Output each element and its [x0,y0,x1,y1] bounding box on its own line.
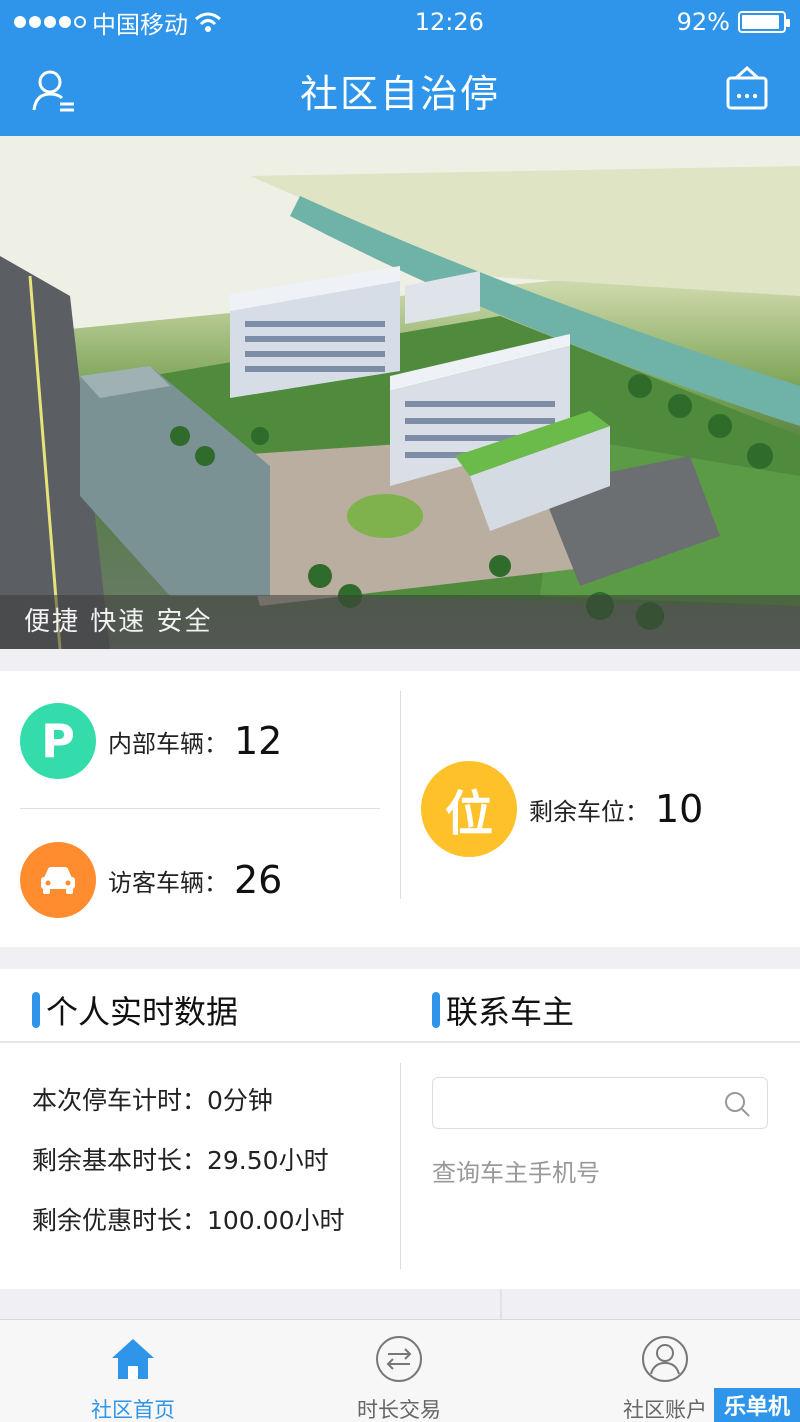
home-icon [112,1339,154,1379]
panel-divider-vertical [400,1063,401,1269]
status-bar: 中国移动 12:26 92% [0,0,800,44]
panel-header: 个人实时数据 联系车主 [0,969,800,1043]
user-list-icon[interactable] [30,66,80,116]
watermark-logo: 乐单机 [714,1388,800,1422]
visitor-vehicles-stat: 访客车辆： 26 [20,842,282,918]
carrier-name: 中国移动 [92,10,188,39]
tab-bar: 社区首页 时长交易 社区账户 乐单机 [0,1319,800,1422]
page-title: 社区自治停 [299,71,500,116]
tab-community-home[interactable]: 社区首页 [0,1320,266,1422]
stats-divider-horizontal [20,808,380,809]
battery-percent: 92% [676,8,730,36]
visitor-vehicles-label: 访客车辆： [108,868,228,897]
exchange-icon [376,1336,422,1382]
parking-p-icon: P [20,703,96,779]
nav-bar: 社区自治停 [0,44,800,136]
content-bottom-strip [0,1289,800,1319]
space-glyph: 位 [444,786,493,842]
contact-section-title: 联系车主 [432,987,574,1033]
basic-duration-line: 剩余基本时长：29.50小时 [32,1146,329,1175]
parking-p-glyph: P [41,714,75,768]
car-icon [20,842,96,918]
parking-stats-card: P 内部车辆： 12 访客车辆： 26 位 剩余车位： 10 [0,671,800,947]
battery-icon [737,11,790,33]
stats-divider-vertical [400,691,401,899]
remaining-spaces-label: 剩余车位： [529,797,649,826]
remaining-spaces-stat: 位 剩余车位： 10 [421,761,703,857]
status-left: 中国移动 [14,5,222,40]
visitor-vehicles-value: 26 [234,858,283,902]
search-hint: 查询车主手机号 [432,1159,600,1187]
status-right: 92% [676,8,790,36]
contact-title-text: 联系车主 [446,993,575,1031]
owner-phone-search-input[interactable] [432,1077,768,1129]
realtime-title-text: 个人实时数据 [46,993,239,1031]
search-icon[interactable] [723,1090,751,1118]
section-accent-bar [32,992,40,1028]
internal-vehicles-stat: P 内部车辆： 12 [20,703,282,779]
account-icon [642,1336,688,1382]
internal-vehicles-value: 12 [234,719,283,763]
banner-caption: 便捷 快速 安全 [0,595,800,649]
battery-fill [741,15,779,29]
internal-vehicles-label: 内部车辆： [108,729,228,758]
banner-carousel[interactable]: 便捷 快速 安全 [0,136,800,649]
realtime-section-title: 个人实时数据 [32,987,238,1033]
shop-icon[interactable] [724,64,770,114]
wifi-icon [195,12,221,32]
status-time: 12:26 [414,8,484,36]
signal-dots-icon [14,16,86,28]
section-accent-bar [432,992,440,1028]
tab-duration-trade[interactable]: 时长交易 [266,1320,532,1422]
realtime-panel: 个人实时数据 联系车主 本次停车计时：0分钟 剩余基本时长：29.50小时 剩余… [0,969,800,1289]
space-icon: 位 [421,761,517,857]
banner-illustration [0,136,800,649]
tab-label: 社区首页 [91,1398,175,1422]
remaining-spaces-value: 10 [655,787,704,831]
parking-timer-line: 本次停车计时：0分钟 [32,1086,273,1115]
tab-label: 时长交易 [357,1398,441,1422]
discount-duration-line: 剩余优惠时长：100.00小时 [32,1206,345,1235]
